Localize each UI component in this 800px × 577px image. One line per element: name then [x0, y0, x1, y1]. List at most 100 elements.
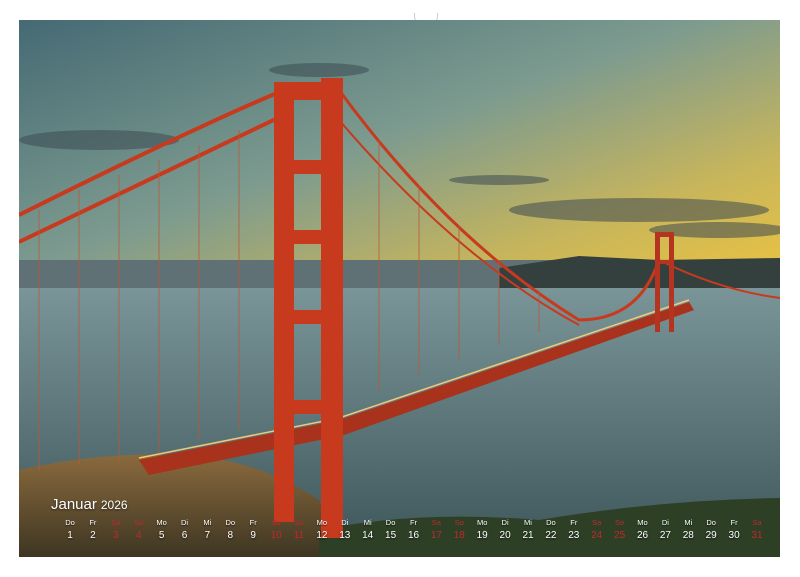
weekday-label: So: [615, 518, 625, 527]
day-number: 8: [227, 530, 234, 541]
calendar-day: Mi 7: [196, 518, 218, 544]
day-number: 6: [181, 530, 188, 541]
day-number: 21: [522, 530, 534, 541]
weekday-label: Fr: [249, 518, 257, 527]
calendar-day: So 11: [288, 518, 310, 544]
calendar-photo: [19, 20, 780, 557]
day-number: 25: [614, 530, 626, 541]
calendar-day: Fr 16: [403, 518, 425, 544]
calendar-day: Sa 31: [746, 518, 768, 544]
weekday-label: Mi: [684, 518, 693, 527]
calendar-day: Fr 9: [242, 518, 264, 544]
calendar-day: Fr 30: [723, 518, 745, 544]
day-number: 2: [90, 530, 96, 541]
weekday-label: Di: [341, 518, 349, 527]
day-number: 18: [453, 530, 465, 541]
day-number: 11: [293, 530, 305, 541]
calendar-day: Mo 12: [311, 518, 333, 544]
month-year: 2026: [100, 498, 128, 512]
day-number: 20: [499, 530, 511, 541]
weekday-label: Sa: [431, 518, 441, 527]
day-number: 7: [204, 530, 211, 541]
calendar-day: So 25: [609, 518, 631, 544]
day-number: 24: [591, 530, 603, 541]
calendar-day: Sa 24: [586, 518, 608, 544]
calendar-day: Mi 28: [677, 518, 699, 544]
weekday-label: Do: [546, 518, 556, 527]
calendar-day: Do 1: [59, 518, 81, 544]
weekday-label: Di: [180, 518, 189, 527]
day-number: 31: [751, 530, 763, 541]
day-number: 27: [659, 530, 671, 541]
weekday-label: Mo: [637, 518, 648, 527]
day-number: 14: [362, 530, 374, 541]
calendar-day: Sa 10: [265, 518, 287, 544]
calendar-day: Di 20: [494, 518, 516, 544]
month-title: Januar 2026: [51, 496, 128, 513]
days-row: Do 1 Fr 2 Sa 3 So 4 Mo 5 Di 6 Mi 7 Do 8 Fr 9 Sa 10 So 11 Mo 12 D…: [19, 518, 780, 558]
calendar-day: So 18: [448, 518, 470, 544]
calendar-day: Di 6: [174, 518, 196, 544]
weekday-label: Fr: [570, 518, 578, 527]
day-number: 30: [728, 530, 740, 541]
day-number: 10: [270, 530, 282, 541]
calendar-day: Do 15: [380, 518, 402, 544]
day-number: 9: [250, 530, 256, 541]
weekday-label: Mi: [524, 518, 532, 527]
day-number: 15: [385, 530, 397, 541]
day-number: 16: [407, 530, 420, 541]
weekday-label: Do: [706, 518, 716, 527]
weekday-label: Do: [225, 518, 236, 527]
calendar-day: Fr 2: [82, 518, 104, 544]
calendar-day: Di 13: [334, 518, 356, 544]
weekday-label: Mo: [476, 518, 488, 527]
calendar-day: Fr 23: [563, 518, 585, 544]
golden-gate-bridge-image: [19, 20, 780, 557]
day-number: 29: [705, 530, 717, 541]
day-number: 19: [476, 530, 488, 541]
calendar-day: So 4: [128, 518, 150, 544]
calendar-day: Do 8: [219, 518, 241, 544]
day-number: 5: [158, 530, 165, 541]
weekday-label: Do: [385, 518, 396, 527]
weekday-label: Fr: [730, 518, 738, 527]
month-name: Januar: [51, 496, 97, 513]
calendar-day: Sa 17: [425, 518, 447, 544]
weekday-label: Mi: [363, 518, 372, 527]
weekday-label: Di: [501, 518, 509, 527]
weekday-label: Mo: [156, 518, 167, 527]
calendar-month-strip: Januar 2026 Do 1 Fr 2 Sa 3 So 4 Mo 5 Di 6 Mi 7 Do 8 Fr 9 Sa…: [19, 490, 780, 557]
day-number: 22: [545, 530, 557, 541]
day-number: 4: [135, 530, 142, 541]
day-number: 23: [568, 530, 580, 541]
calendar-day: Mo 5: [151, 518, 173, 544]
day-number: 13: [339, 530, 351, 541]
weekday-label: So: [134, 518, 144, 527]
calendar-day: Mi 21: [517, 518, 539, 544]
weekday-label: Sa: [752, 518, 762, 527]
calendar-day: Mi 14: [357, 518, 379, 544]
weekday-label: Mo: [316, 518, 328, 527]
weekday-label: Di: [661, 518, 669, 527]
weekday-label: Sa: [111, 518, 121, 527]
calendar-day: Do 22: [540, 518, 562, 544]
calendar-day: Sa 3: [105, 518, 127, 544]
day-number: 17: [430, 530, 442, 541]
weekday-label: Mi: [203, 518, 212, 527]
calendar-day: Do 29: [700, 518, 722, 544]
weekday-label: Sa: [592, 518, 602, 527]
day-number: 3: [113, 530, 119, 541]
day-number: 12: [316, 530, 328, 541]
weekday-label: So: [454, 518, 464, 527]
day-number: 28: [682, 530, 694, 541]
calendar-day: Mo 26: [632, 518, 654, 544]
weekday-label: So: [294, 518, 304, 527]
day-number: 1: [67, 530, 73, 541]
day-number: 26: [636, 530, 649, 541]
weekday-label: Sa: [271, 518, 281, 527]
calendar-day: Di 27: [654, 518, 676, 544]
calendar-day: Mo 19: [471, 518, 493, 544]
weekday-label: Do: [65, 518, 75, 527]
weekday-label: Fr: [89, 518, 97, 527]
weekday-label: Fr: [409, 518, 418, 527]
